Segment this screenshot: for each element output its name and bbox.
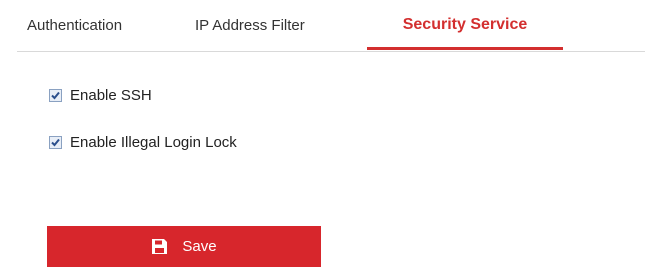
checkmark-icon bbox=[51, 91, 60, 100]
floppy-disk-icon bbox=[151, 238, 168, 255]
enable-ssh-option[interactable]: Enable SSH bbox=[49, 87, 152, 104]
enable-illegal-login-lock-checkbox[interactable] bbox=[49, 136, 62, 149]
enable-illegal-login-lock-option[interactable]: Enable Illegal Login Lock bbox=[49, 134, 237, 151]
enable-ssh-checkbox[interactable] bbox=[49, 89, 62, 102]
tab-ip-address-filter[interactable]: IP Address Filter bbox=[195, 17, 305, 51]
tab-bar: Authentication IP Address Filter Securit… bbox=[17, 0, 645, 52]
checkmark-icon bbox=[51, 138, 60, 147]
save-button-label: Save bbox=[182, 238, 217, 255]
tab-authentication[interactable]: Authentication bbox=[27, 17, 122, 51]
tab-security-service[interactable]: Security Service bbox=[367, 16, 563, 50]
enable-illegal-login-lock-label: Enable Illegal Login Lock bbox=[70, 134, 237, 151]
enable-ssh-label: Enable SSH bbox=[70, 87, 152, 104]
save-button[interactable]: Save bbox=[47, 226, 321, 267]
